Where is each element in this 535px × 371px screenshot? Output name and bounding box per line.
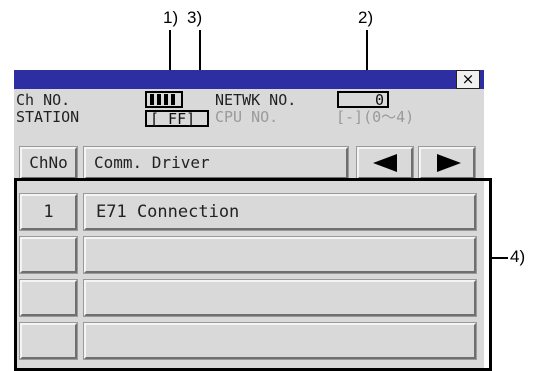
station-label: STATION [16,108,80,126]
comm-driver-header: Comm. Driver [83,146,349,180]
ch-no-segment [150,94,154,105]
ch-no-segment [157,94,161,105]
comm-driver-header-label: Comm. Driver [94,153,210,172]
netwk-no-value: 0 [374,91,384,109]
close-button[interactable]: × [456,70,480,89]
ch-no-segment [171,94,175,105]
next-page-button[interactable] [418,146,476,180]
close-icon: × [461,70,475,88]
ch-no-field[interactable] [145,91,183,108]
netwk-no-field[interactable]: 0 [337,91,389,108]
title-bar [14,70,484,89]
chno-header: ChNo [19,146,78,180]
station-field[interactable]: [ FF] [145,110,209,127]
callout-2: 2) [358,8,374,27]
callout-1: 1) [163,8,179,27]
channel-settings-window: × Ch NO. STATION [ FF] NETWK NO. 0 CPU N… [14,70,492,371]
callout-4-line [492,257,508,259]
prev-page-button[interactable] [356,146,414,180]
netwk-no-label: NETWK NO. [215,91,297,109]
station-value: [ FF] [150,110,196,128]
ch-no-label: Ch NO. [16,91,71,109]
ch-no-segment [164,94,168,105]
callout-3: 3) [187,8,203,27]
channel-list-highlight [14,178,492,371]
cpu-no-value: [-](0〜4) [336,108,415,126]
right-arrow-icon [437,154,461,172]
cpu-no-label: CPU NO. [215,108,279,126]
left-arrow-icon [373,154,397,172]
chno-header-label: ChNo [29,153,68,172]
callout-4: 4) [510,247,526,266]
